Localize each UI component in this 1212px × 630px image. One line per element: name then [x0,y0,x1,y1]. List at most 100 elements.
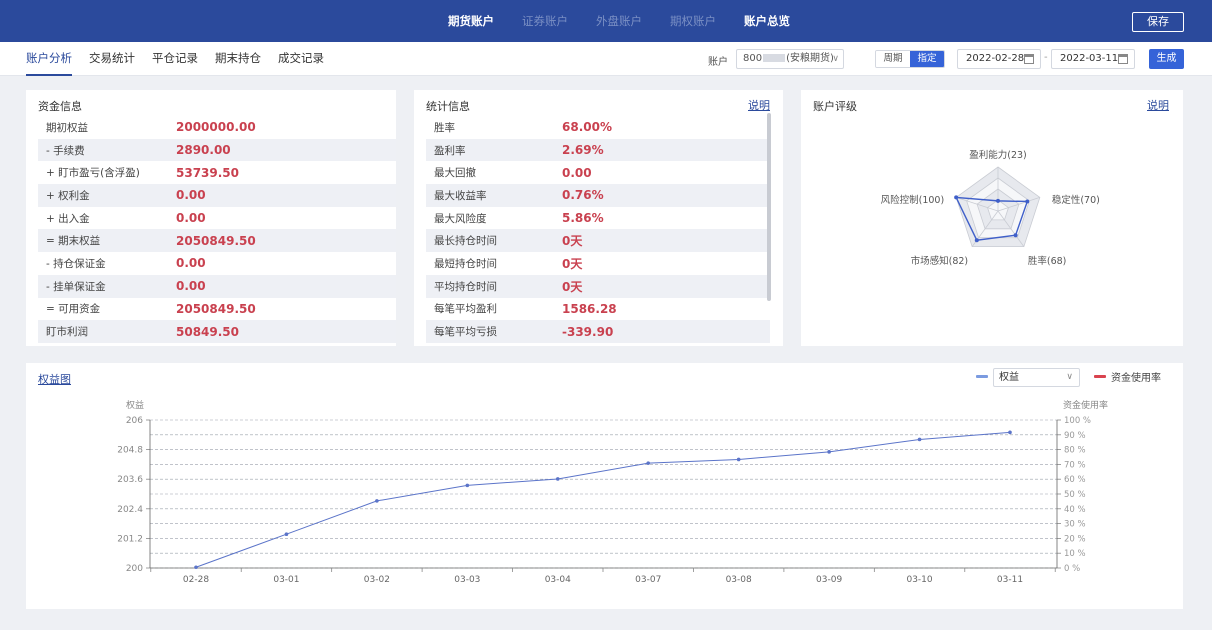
start-date-value: 2022-02-28 [966,53,1025,64]
y2-tick-label: 0 % [1064,564,1080,574]
info-row-value: 2000000.00 [176,120,256,135]
y2-tick-label: 50 % [1064,490,1086,500]
radar-axis-label: 盈利能力(23) [969,150,1027,161]
info-row-label: 期初权益 [46,121,88,134]
period-option-cycle[interactable]: 周期 [876,51,910,67]
info-row-value: 0.00 [176,279,206,294]
stats-scrollbar[interactable] [767,113,771,301]
info-row-value: 0天 [562,256,583,271]
y-tick-label: 203.6 [117,475,143,485]
equity-chart-card: 权益图 权益 资金使用率 0 % 10 % 20 % 30 % 40 % 50 % 60 % 70… [26,363,1183,609]
stats-help-link[interactable]: 说明 [748,97,770,113]
info-row-label: - 持仓保证金 [46,257,106,270]
series-select-value: 权益 [999,372,1019,383]
radar-axis-label: 稳定性(70) [1051,195,1100,207]
fund-info-card: 资金信息 期初权益 2000000.00 - 手续费 2890.00 + 盯市盈亏(含浮… [26,90,396,346]
info-row: - 持仓保证金 0.00 [38,252,396,275]
top-nav: 期货账户 证券账户 外盘账户 期权账户 账户总览 [448,0,818,42]
radar-chart [954,166,1041,247]
period-option-custom[interactable]: 指定 [910,51,944,67]
info-row: 平均持仓时间 0天 [426,274,770,298]
info-row: 最短持仓时间 0天 [426,252,770,275]
top-nav-securities[interactable]: 证券账户 [522,0,568,42]
info-row-value: 0.00 [562,165,592,180]
redacted-block [763,54,786,62]
sub-tabs: 账户分析 交易统计 平仓记录 期末持仓 成交记录 [26,42,341,76]
y2-tick-label: 80 % [1064,446,1086,456]
card-title: 资金信息 [38,100,82,113]
equity-data-point [465,483,470,488]
y2-tick-label: 40 % [1064,505,1086,515]
card-title: 统计信息 [426,100,470,113]
x-tick-label: 03-10 [906,575,932,585]
account-broker: (安粮期货) [786,53,834,64]
y2-tick-label: 100 % [1064,416,1091,426]
y2-tick-label: 30 % [1064,520,1086,530]
info-row-label: 最长持仓时间 [434,235,497,248]
info-row-label: 每笔平均亏损 [434,326,497,339]
info-row: 期初权益 2000000.00 [38,116,396,139]
chevron-down-icon: ∨ [832,54,839,64]
equity-data-point [917,437,922,442]
y2-tick-label: 90 % [1064,431,1086,441]
info-row-value: 0.00 [176,256,206,271]
account-select[interactable]: 800 (安粮期货) ∨ [736,49,844,69]
info-row-value: 0天 [562,279,583,294]
legend-usage-label: 资金使用率 [1111,373,1161,384]
info-row: 盯市利润 50849.50 [38,320,396,343]
radar-value-point [954,195,959,200]
info-row-label: = 期末权益 [46,235,101,248]
info-row: 每笔平均盈利 1586.28 [426,298,770,321]
top-nav-overview[interactable]: 账户总览 [744,0,790,42]
top-nav-overseas[interactable]: 外盘账户 [596,0,642,42]
info-row-value: 2890.00 [176,143,231,158]
info-row: 最大回撤 0.00 [426,161,770,184]
info-row: 最大风险度 5.86% [426,207,770,230]
info-row-label: 每笔平均盈利 [434,303,497,316]
generate-button[interactable]: 生成 [1149,49,1184,69]
info-row: 每笔平均亏损 -339.90 [426,320,770,343]
save-button[interactable]: 保存 [1132,12,1184,32]
info-row-label: + 盯市盈亏(含浮盈) [46,167,140,180]
start-date-input[interactable]: 2022-02-28 [957,49,1041,69]
info-row-label: - 挂单保证金 [46,280,106,293]
info-row-label: 最大回撤 [434,167,476,180]
top-nav-options[interactable]: 期权账户 [670,0,716,42]
info-row-value: 2050849.50 [176,301,256,316]
tab-end-positions[interactable]: 期末持仓 [215,42,261,76]
y-tick-label: 202.4 [117,505,143,515]
equity-data-point [646,461,651,465]
y-axis-title: 权益 [126,399,144,411]
equity-line-chart: 权益 资金使用率 0 % 10 % 20 % 30 % 40 % 50 % 60 % 70 % 80… [117,399,1108,585]
y2-tick-label: 60 % [1064,475,1086,485]
equity-data-point [736,457,741,462]
fund-info-list: 期初权益 2000000.00 - 手续费 2890.00 + 盯市盈亏(含浮盈) 537… [38,116,396,343]
series-select[interactable]: 权益 ∨ [993,368,1080,387]
tab-trade-stats[interactable]: 交易统计 [89,42,135,76]
x-tick-label: 03-02 [364,575,390,585]
equity-data-point [284,532,289,537]
tab-deal-records[interactable]: 成交记录 [278,42,324,76]
info-row: 盈利率 2.69% [426,138,770,162]
account-prefix: 800 [743,53,763,64]
info-row-value: 1586.28 [562,301,617,316]
info-row-label: 胜率 [434,121,455,134]
y-tick-label: 201.2 [117,534,143,544]
y2-tick-label: 70 % [1064,460,1086,470]
radar-axis-label: 风险控制(100) [880,195,945,207]
radar-axis-label: 市场感知(82) [910,255,969,267]
info-row-value: 50849.50 [176,324,240,339]
tab-close-records[interactable]: 平仓记录 [152,42,198,76]
info-row-label: 最大风险度 [434,212,487,225]
period-toggle: 周期 指定 [875,50,945,68]
top-nav-futures[interactable]: 期货账户 [448,0,494,42]
info-row-value: 2050849.50 [176,233,256,248]
end-date-input[interactable]: 2022-03-11 [1051,49,1135,69]
info-row-value: 5.86% [562,211,604,226]
tab-account-analysis[interactable]: 账户分析 [26,42,72,76]
y-tick-label: 206 [126,416,143,426]
x-tick-label: 03-08 [726,575,752,585]
y2-tick-label: 10 % [1064,549,1086,559]
equity-series-line [195,431,1011,568]
y-tick-label: 200 [126,564,143,574]
